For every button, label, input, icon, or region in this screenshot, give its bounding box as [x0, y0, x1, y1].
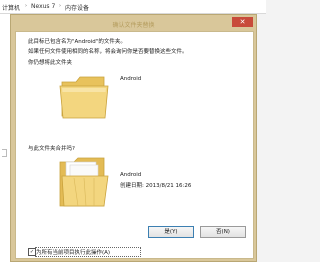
confirm-folder-replace-dialog: 确认文件夹替换 ✕ 此目标已包含名为"Android"的文件夹。 如果任何文件使…	[10, 14, 257, 262]
message-contains-folder: 此目标已包含名为"Android"的文件夹。	[28, 39, 126, 45]
breadcrumb-separator: ›	[25, 3, 27, 9]
source-folder-icon	[59, 76, 109, 119]
no-button[interactable]: 否(N)	[200, 226, 246, 238]
apply-to-all-label[interactable]: 为所有当前项目执行此操作(A)	[36, 248, 110, 256]
close-icon: ✕	[239, 18, 246, 26]
breadcrumb-item-internal-storage[interactable]: 内存设备	[65, 3, 89, 12]
nav-item-marker[interactable]	[2, 149, 7, 157]
message-replace-files: 如果任何文件使用相同的名称，将会询问你是否要替换这些文件。	[28, 49, 188, 55]
destination-folder-icon	[59, 157, 109, 207]
apply-to-all-checkbox[interactable]: ✓	[28, 248, 36, 256]
breadcrumb: 计算机 › Nexus 7 › 内存设备	[0, 0, 266, 14]
destination-created-date: 创建日期: 2013/8/21 16:26	[120, 183, 192, 189]
destination-folder-name: Android	[120, 172, 142, 178]
question-merge-destination: 与此文件夹合并吗?	[28, 146, 75, 152]
dialog-title: 确认文件夹替换	[112, 22, 155, 29]
close-button[interactable]: ✕	[232, 17, 253, 27]
breadcrumb-item-computer[interactable]: 计算机	[2, 3, 20, 12]
breadcrumb-separator: ›	[59, 3, 61, 9]
source-folder-name: Android	[120, 76, 142, 82]
breadcrumb-item-nexus7[interactable]: Nexus 7	[31, 3, 55, 10]
yes-button[interactable]: 是(Y)	[148, 226, 194, 238]
question-merge-source: 你仍想将此文件夹	[28, 60, 73, 66]
dialog-content: 此目标已包含名为"Android"的文件夹。 如果任何文件使用相同的名称，将会询…	[15, 31, 254, 259]
